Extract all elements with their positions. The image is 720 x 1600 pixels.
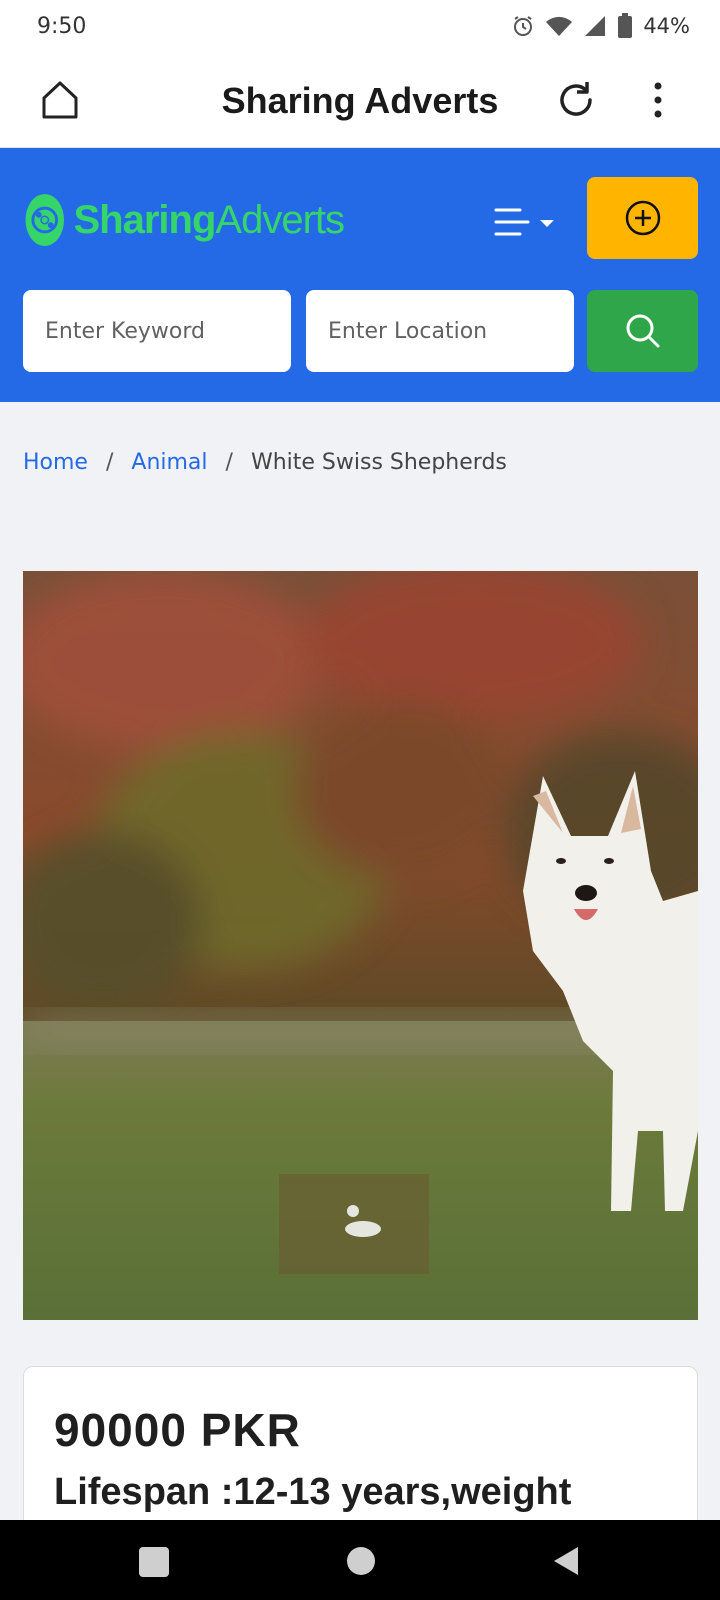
search-button[interactable] (587, 290, 698, 372)
status-icons: 44% (511, 12, 690, 40)
post-ad-button[interactable] (587, 177, 698, 259)
logo-text-part1: Sharing (73, 197, 216, 242)
breadcrumb-separator: / (105, 450, 114, 475)
status-bar: 9:50 44% (0, 0, 720, 52)
reload-icon[interactable] (552, 76, 600, 124)
signal-icon (585, 16, 606, 36)
listing-price: 90000 PKR (54, 1404, 301, 1456)
breadcrumb-home[interactable]: Home (23, 450, 88, 475)
plus-circle-icon (625, 200, 660, 236)
breadcrumb-current: White Swiss Shepherds (250, 450, 507, 475)
system-nav-bar (0, 1520, 720, 1600)
breadcrumb: Home / Animal / White Swiss Shepherds (23, 450, 507, 475)
status-time: 9:50 (37, 14, 87, 39)
location-input[interactable] (306, 290, 574, 372)
site-logo[interactable]: SharingAdverts (24, 182, 345, 258)
app-title: Sharing Adverts (221, 80, 499, 121)
alarm-icon (514, 16, 533, 36)
battery-percentage: 44% (643, 14, 690, 38)
breadcrumb-animal[interactable]: Animal (131, 450, 207, 475)
search-icon (626, 314, 659, 348)
listing-photo[interactable] (23, 571, 698, 1320)
logo-text: SharingAdverts (73, 197, 345, 243)
recents-icon[interactable] (139, 1547, 169, 1577)
wifi-icon (546, 16, 573, 36)
logo-icon (25, 194, 65, 246)
back-icon[interactable] (550, 1545, 582, 1577)
home-circle-icon[interactable] (347, 1547, 375, 1575)
keyword-input[interactable] (23, 290, 291, 372)
battery-icon (618, 13, 633, 38)
menu-toggle-icon[interactable] (488, 202, 560, 242)
breadcrumb-separator: / (225, 450, 233, 475)
listing-title: Lifespan :12-13 years,weight (54, 1471, 572, 1513)
site-header: SharingAdverts (0, 148, 720, 402)
more-vertical-icon[interactable] (640, 76, 676, 124)
logo-text-part2: Adverts (215, 197, 345, 242)
app-bar: Sharing Adverts (0, 52, 720, 148)
